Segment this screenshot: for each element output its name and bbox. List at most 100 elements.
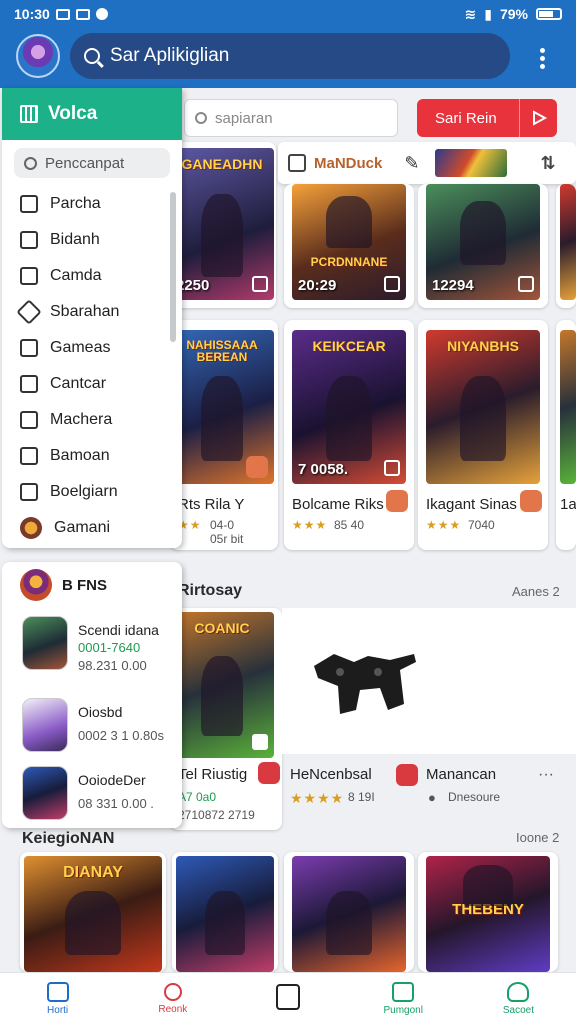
bottom-nav: Horti Reonk Pumgonl Sacoet — [0, 972, 576, 1024]
game-banner: DIANAY — [63, 865, 123, 882]
drawer-item[interactable]: Parcha — [2, 186, 182, 222]
nav-payment[interactable]: Pumgonl — [346, 973, 461, 1024]
filter-icon[interactable]: ⇅ — [528, 143, 568, 183]
nav-home[interactable]: Horti — [0, 973, 115, 1024]
document-icon — [20, 447, 38, 465]
rating-badge-icon — [246, 456, 268, 478]
signal-icon: ▮ — [484, 5, 492, 22]
game-card[interactable] — [556, 184, 576, 308]
nav-search[interactable]: Reonk — [115, 973, 230, 1024]
checkbox-icon[interactable] — [518, 276, 534, 292]
drawer-item-label: Bamoan — [50, 447, 110, 464]
drawer-item[interactable]: Gameas — [2, 330, 182, 366]
fans-app-item[interactable]: Scendi idana 0001-7640 98.231 0.00 — [22, 616, 172, 684]
game-title: Ikagant Sinas — [426, 496, 517, 513]
navigation-drawer: Volca Penccanpat Parcha Bidanh Camda Sba… — [2, 88, 182, 548]
game-card[interactable] — [284, 852, 414, 972]
game-rating: A7 0a0 — [178, 790, 217, 804]
controller-card[interactable] — [282, 608, 576, 754]
envelope-icon — [392, 981, 415, 1002]
more-menu-button[interactable] — [532, 44, 552, 72]
game-card[interactable] — [172, 852, 278, 972]
game-card[interactable]: PCRDNNANE 20:29 — [284, 184, 414, 308]
music-note-icon — [276, 984, 300, 1010]
featured-banner[interactable] — [435, 149, 508, 177]
game-card[interactable]: 12294 — [418, 184, 548, 308]
nav-account[interactable]: Sacoet — [461, 973, 576, 1024]
nav-label: Reonk — [158, 1003, 188, 1015]
drawer-item[interactable]: Machera — [2, 402, 182, 438]
drawer-item-label: Sbarahan — [50, 303, 120, 320]
game-card[interactable]: KEIKCEAR 7 0058. Bolcame Riks ★★★ 85 40 — [284, 320, 414, 550]
game-card[interactable]: NIYANBHS Ikagant Sinas ★★★ 7040 — [418, 320, 548, 550]
tool-strip-title: MaNDuck — [314, 154, 383, 172]
drawer-item-label: Cantcar — [50, 375, 107, 392]
game-avatar-icon — [20, 517, 42, 539]
drawer-item[interactable]: Cantcar — [2, 366, 182, 402]
checkbox-icon[interactable] — [252, 276, 268, 292]
drawer-scrollbar[interactable] — [170, 192, 176, 342]
game-art — [560, 330, 576, 484]
drawer-header: Volca — [2, 88, 182, 140]
nav-library[interactable] — [230, 973, 345, 1024]
filter-input[interactable]: sapiaran — [184, 99, 398, 137]
drawer-item[interactable]: Camda — [2, 258, 182, 294]
game-count: 12294 — [432, 277, 474, 294]
game-card[interactable]: DIANAY — [20, 852, 166, 972]
page-icon — [20, 483, 38, 501]
battery-icon — [536, 8, 562, 20]
game-card[interactable]: 1a — [556, 320, 576, 550]
app-bar: Sar Aplikiglian — [0, 28, 576, 88]
drawer-item[interactable]: Sbarahan — [2, 294, 182, 330]
fans-title: B FNS — [62, 576, 107, 594]
fans-app-item[interactable]: OoiodeDer 08 331 0.00 . — [22, 766, 172, 828]
drawer-item[interactable]: Gamani — [2, 510, 182, 546]
section-more-link[interactable]: Aanes 2 — [512, 584, 560, 599]
drawer-search-input[interactable]: Penccanpat — [14, 148, 170, 178]
drawer-item[interactable]: Bidanh — [2, 222, 182, 258]
game-card[interactable]: GANEADHN 2250 — [170, 142, 276, 308]
app-name: OoiodeDer — [78, 772, 146, 788]
gamepad-icon — [20, 375, 38, 393]
section-more-link[interactable]: Ioone 2 — [516, 830, 559, 845]
section-title: Rirtosay — [178, 582, 243, 599]
app-icon — [22, 766, 68, 820]
drawer-item[interactable]: Boelgiarn — [2, 474, 182, 510]
game-rating: 8 19I — [348, 790, 375, 804]
drawer-search-placeholder: Penccanpat — [45, 154, 125, 172]
game-card[interactable]: Manancan ··· ● Dnesoure — [392, 756, 576, 830]
game-banner: KEIKCEAR — [312, 339, 386, 355]
game-card[interactable]: HeNcenbsal ★★★★ 8 19I — [282, 756, 392, 830]
game-title: Tel Riustig — [178, 766, 248, 783]
nav-label: Horti — [47, 1004, 69, 1016]
game-art: NIYANBHS — [426, 330, 540, 484]
game-card[interactable]: THEBENY — [418, 852, 558, 972]
game-title: Bolcame Riks — [292, 496, 384, 513]
checkbox-icon[interactable] — [252, 734, 268, 750]
star-rating: ★★★ — [426, 518, 462, 532]
avatar[interactable] — [16, 34, 60, 78]
game-banner: NAHISSAAA BEREAN — [186, 339, 258, 365]
game-card[interactable]: NAHISSAAA BEREAN Rts Rila Y ★★ 04-0 05r … — [170, 320, 278, 550]
app-badge-icon — [396, 764, 418, 786]
checkbox-icon[interactable] — [384, 276, 400, 292]
more-options-icon[interactable]: ··· — [538, 766, 554, 784]
drawer-item[interactable]: Bamoan — [2, 438, 182, 474]
game-banner: NIYANBHS — [447, 339, 519, 355]
home-icon — [46, 981, 69, 1002]
red-action-button[interactable]: Sari Rein — [417, 99, 557, 137]
tool-strip: MaNDuck ✎ ⇅ — [278, 142, 576, 184]
game-card[interactable]: COANIC Tel Riustig A7 0a0 2710872 2719 — [170, 608, 282, 830]
search-bar[interactable]: Sar Aplikiglian — [70, 33, 510, 79]
game-art: PCRDNNANE 20:29 — [292, 184, 406, 300]
drawer-item-label: Parcha — [50, 195, 101, 212]
app-name: Scendi idana — [78, 622, 159, 638]
game-title: Manancan — [426, 766, 497, 783]
game-rating: 04-0 — [210, 518, 235, 532]
gamepad-icon — [314, 654, 416, 714]
app-icon — [22, 616, 68, 670]
checkbox-icon[interactable] — [384, 460, 400, 476]
wrench-icon[interactable]: ✎ — [404, 153, 419, 174]
fans-app-item[interactable]: Oiosbd 0002 3 1 0.80s — [22, 698, 172, 766]
chart-icon — [20, 411, 38, 429]
